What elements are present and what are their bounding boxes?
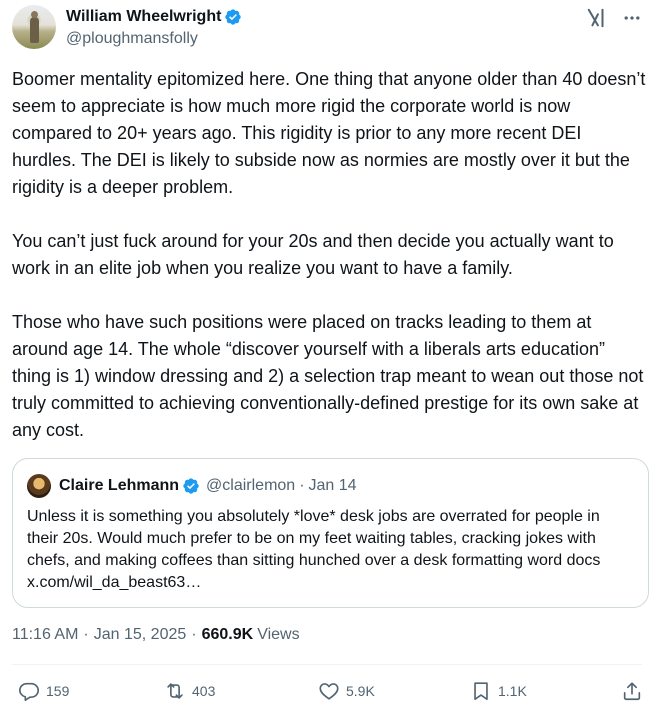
author-avatar[interactable] — [12, 5, 56, 49]
quoted-tweet-text: Unless it is something you absolutely *l… — [27, 508, 605, 591]
divider — [12, 664, 642, 665]
bookmark-icon — [474, 682, 488, 701]
heart-icon — [319, 683, 339, 700]
tweet-body-text: Boomer mentality epitomized here. One th… — [12, 69, 646, 440]
verified-badge-icon — [183, 478, 199, 494]
like-button[interactable]: 5.9K — [318, 680, 375, 702]
share-button[interactable] — [621, 680, 643, 702]
like-count: 5.9K — [346, 683, 375, 699]
views-label: Views — [257, 626, 300, 643]
tweet-time[interactable]: 11:16 AM — [12, 626, 78, 644]
bookmark-count: 1.1K — [498, 683, 527, 699]
separator-dot: · — [83, 626, 89, 643]
retweet-count: 403 — [192, 683, 216, 699]
views-count: 660.9K — [201, 626, 254, 643]
tweet-date[interactable]: Jan 15, 2025 — [94, 626, 187, 644]
share-icon — [623, 682, 641, 701]
author-handle[interactable]: @ploughmansfolly — [66, 30, 242, 48]
reply-button[interactable]: 159 — [18, 680, 69, 702]
quoted-author-handle: @clairlemon — [206, 477, 296, 494]
quoted-tweet-date: Jan 14 — [308, 477, 357, 494]
retweet-button[interactable]: 403 — [164, 680, 215, 702]
more-options-icon[interactable] — [622, 8, 642, 28]
retweet-icon — [167, 683, 183, 699]
reply-icon — [19, 682, 39, 701]
author-name-block: William Wheelwright @ploughmansfolly — [66, 6, 242, 48]
verified-badge-icon — [225, 9, 242, 25]
tweet-header: William Wheelwright @ploughmansfolly — [12, 5, 642, 53]
quoted-author-name: Claire Lehmann — [59, 477, 180, 494]
separator-dot: · — [191, 626, 197, 643]
reply-count: 159 — [46, 683, 70, 699]
bookmark-button[interactable]: 1.1K — [470, 680, 527, 702]
tweet-meta: 11:16 AM · Jan 15, 2025 · 660.9K Views — [12, 626, 300, 644]
quoted-author-avatar — [27, 474, 51, 498]
author-display-name[interactable]: William Wheelwright — [66, 8, 221, 26]
action-bar: 159 403 5.9K 1.1K — [18, 680, 642, 708]
separator-dot: · — [299, 477, 305, 494]
grok-icon[interactable] — [586, 7, 608, 29]
quoted-tweet[interactable]: Claire Lehmann @clairlemon · Jan 14 Unle… — [12, 458, 649, 608]
